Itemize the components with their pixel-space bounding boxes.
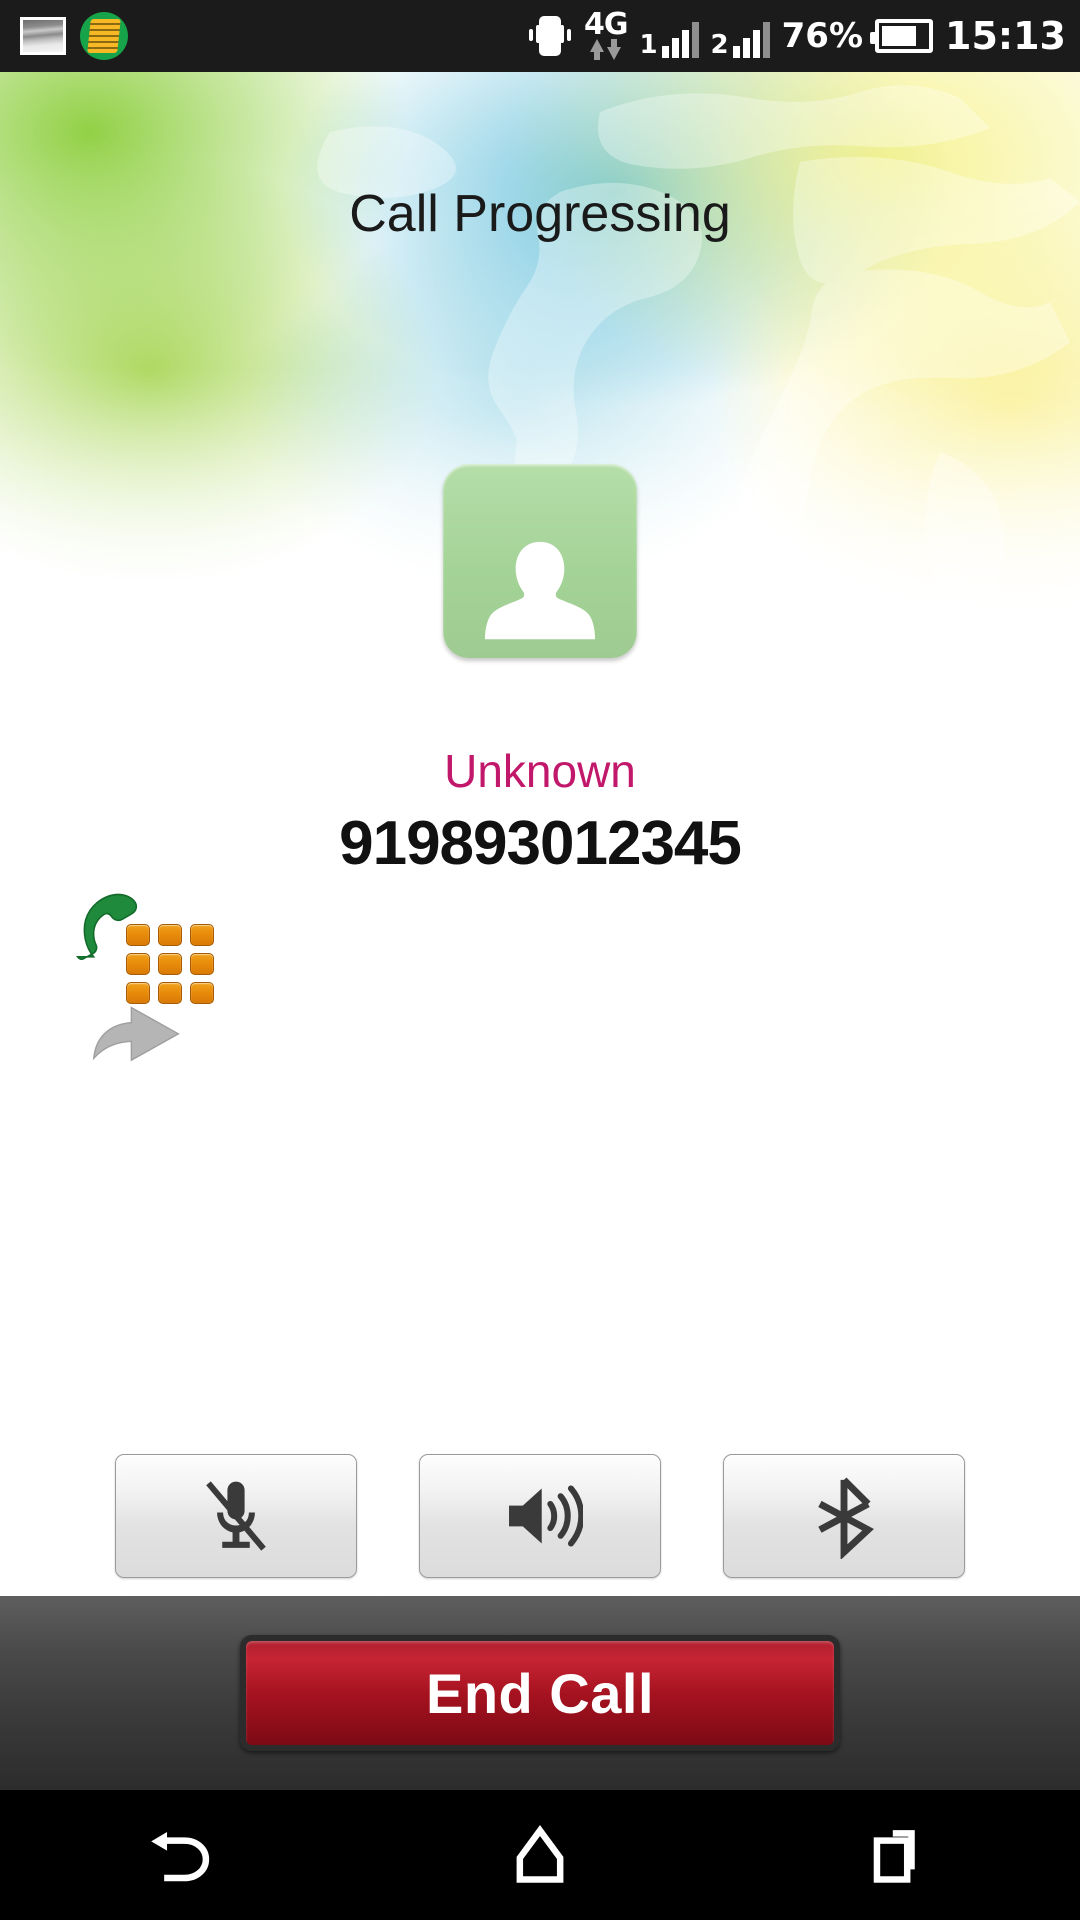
- speaker-button[interactable]: [419, 1454, 661, 1578]
- sim2-label: 2: [710, 30, 729, 60]
- navigation-bar: [0, 1790, 1080, 1920]
- microphone-muted-icon: [206, 1481, 266, 1551]
- call-controls: [0, 1454, 1080, 1578]
- side-tools: [76, 893, 220, 1062]
- home-icon: [516, 1825, 564, 1883]
- speaker-icon: [509, 1485, 583, 1547]
- dialpad-keys-grid: [126, 924, 214, 1004]
- network-type-label: 4G: [583, 7, 628, 42]
- status-bar: 4G 1 2 76% 15:13: [0, 0, 1080, 72]
- end-call-bar: End Call: [0, 1596, 1080, 1790]
- network-type-4g-icon: 4G: [584, 8, 628, 64]
- contact-name: Unknown: [444, 745, 636, 797]
- contact-avatar-placeholder-icon: [484, 541, 596, 640]
- nav-home-button[interactable]: [440, 1790, 640, 1920]
- vibrate-icon: [528, 13, 572, 59]
- battery-icon: [870, 19, 934, 53]
- contact-number: 919893012345: [339, 809, 742, 878]
- end-call-button[interactable]: End Call: [240, 1635, 840, 1751]
- nav-recents-button[interactable]: [800, 1790, 1000, 1920]
- nav-back-button[interactable]: [80, 1790, 280, 1920]
- mute-button[interactable]: [115, 1454, 357, 1578]
- call-screen-body: Call Progressing Unknown 919893012345: [0, 72, 1080, 1596]
- phone-screen: 4G 1 2 76% 15:13 Call Progressing Unknow…: [0, 0, 1080, 1920]
- app-notification-icon: [80, 12, 128, 60]
- sim1-signal-icon: 1: [639, 14, 699, 60]
- sim1-label: 1: [639, 30, 658, 60]
- status-bar-clock: 15:13: [945, 14, 1066, 58]
- sim2-signal-icon: 2: [711, 14, 770, 58]
- back-arrow-icon: [151, 1831, 210, 1882]
- status-bar-left-icons: [20, 12, 128, 60]
- recent-apps-icon: [873, 1830, 915, 1883]
- bluetooth-icon: [818, 1477, 874, 1559]
- data-transfer-arrows: [590, 39, 622, 60]
- bluetooth-button[interactable]: [723, 1454, 965, 1578]
- call-state-label: Call Progressing: [349, 185, 731, 243]
- battery-percent-label: 76%: [781, 16, 864, 56]
- status-bar-right-icons: 4G 1 2 76% 15:13: [528, 8, 1066, 64]
- forward-arrow-icon[interactable]: [90, 1000, 184, 1062]
- dialpad-icon[interactable]: [76, 893, 214, 1011]
- contact-avatar: [443, 464, 637, 658]
- gallery-image-icon: [20, 17, 66, 55]
